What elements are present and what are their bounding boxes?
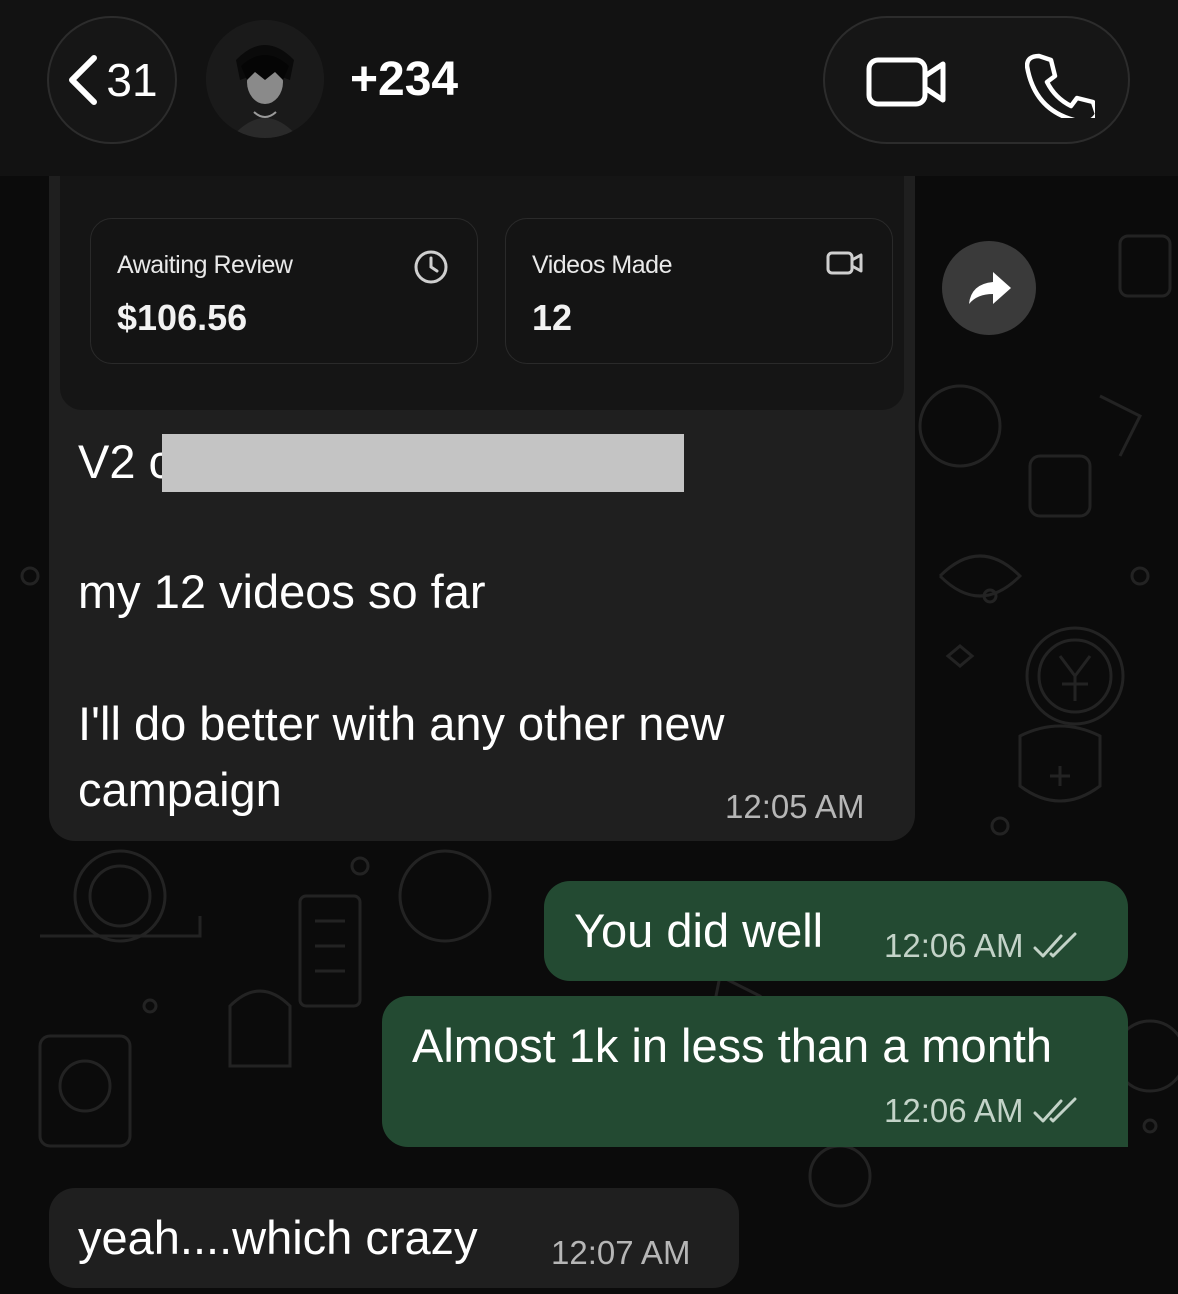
forward-arrow-icon: [969, 272, 1011, 304]
contact-name[interactable]: +234: [350, 52, 458, 107]
sent-message[interactable]: Almost 1k in less than a month 12:06 AM: [382, 996, 1128, 1147]
double-check-icon: [1033, 932, 1077, 958]
redaction-box: [162, 434, 684, 492]
back-button[interactable]: 31: [47, 16, 177, 144]
message-time: 12:06 AM: [884, 1092, 1024, 1129]
message-line: my 12 videos so far: [78, 565, 486, 618]
double-check-icon: [1033, 1097, 1077, 1123]
stat-label: Videos Made: [532, 251, 672, 279]
message-line: V2 c: [78, 435, 173, 488]
message-time: 12:06 AM: [884, 927, 1024, 964]
stat-label: Awaiting Review: [117, 251, 293, 279]
clock-icon: [414, 250, 448, 284]
stats-card: Awaiting Review $106.56 Videos Made 12: [60, 176, 904, 410]
message-text: Almost 1k in less than a month: [412, 1019, 1053, 1072]
video-call-icon[interactable]: [865, 54, 949, 110]
received-message[interactable]: Awaiting Review $106.56 Videos Made 12 V…: [49, 176, 915, 841]
stat-value: $106.56: [117, 297, 248, 338]
message-text: You did well: [574, 904, 824, 957]
call-actions: [823, 16, 1130, 144]
avatar[interactable]: [206, 20, 324, 138]
message-time: 12:05 AM: [725, 788, 865, 825]
received-message[interactable]: yeah....which crazy 12:07 AM: [49, 1188, 739, 1288]
chevron-left-icon: [69, 55, 98, 105]
message-line: I'll do better with any other new: [78, 697, 725, 750]
chat-header: 31 +234: [0, 0, 1178, 176]
message-meta: 12:06 AM: [884, 1092, 1079, 1130]
video-icon: [826, 251, 863, 275]
awaiting-review-stat: Awaiting Review $106.56: [90, 218, 478, 364]
unread-count: 31: [106, 54, 158, 106]
message-meta: 12:06 AM: [884, 927, 1079, 965]
message-text: yeah....which crazy: [78, 1211, 478, 1264]
forward-button[interactable]: [942, 241, 1036, 335]
stat-value: 12: [532, 297, 573, 338]
phone-call-icon[interactable]: [1025, 52, 1095, 118]
videos-made-stat: Videos Made 12: [505, 218, 893, 364]
sent-message[interactable]: You did well 12:06 AM: [544, 881, 1128, 981]
message-time: 12:07 AM: [551, 1234, 691, 1271]
message-line: campaign: [78, 763, 282, 816]
